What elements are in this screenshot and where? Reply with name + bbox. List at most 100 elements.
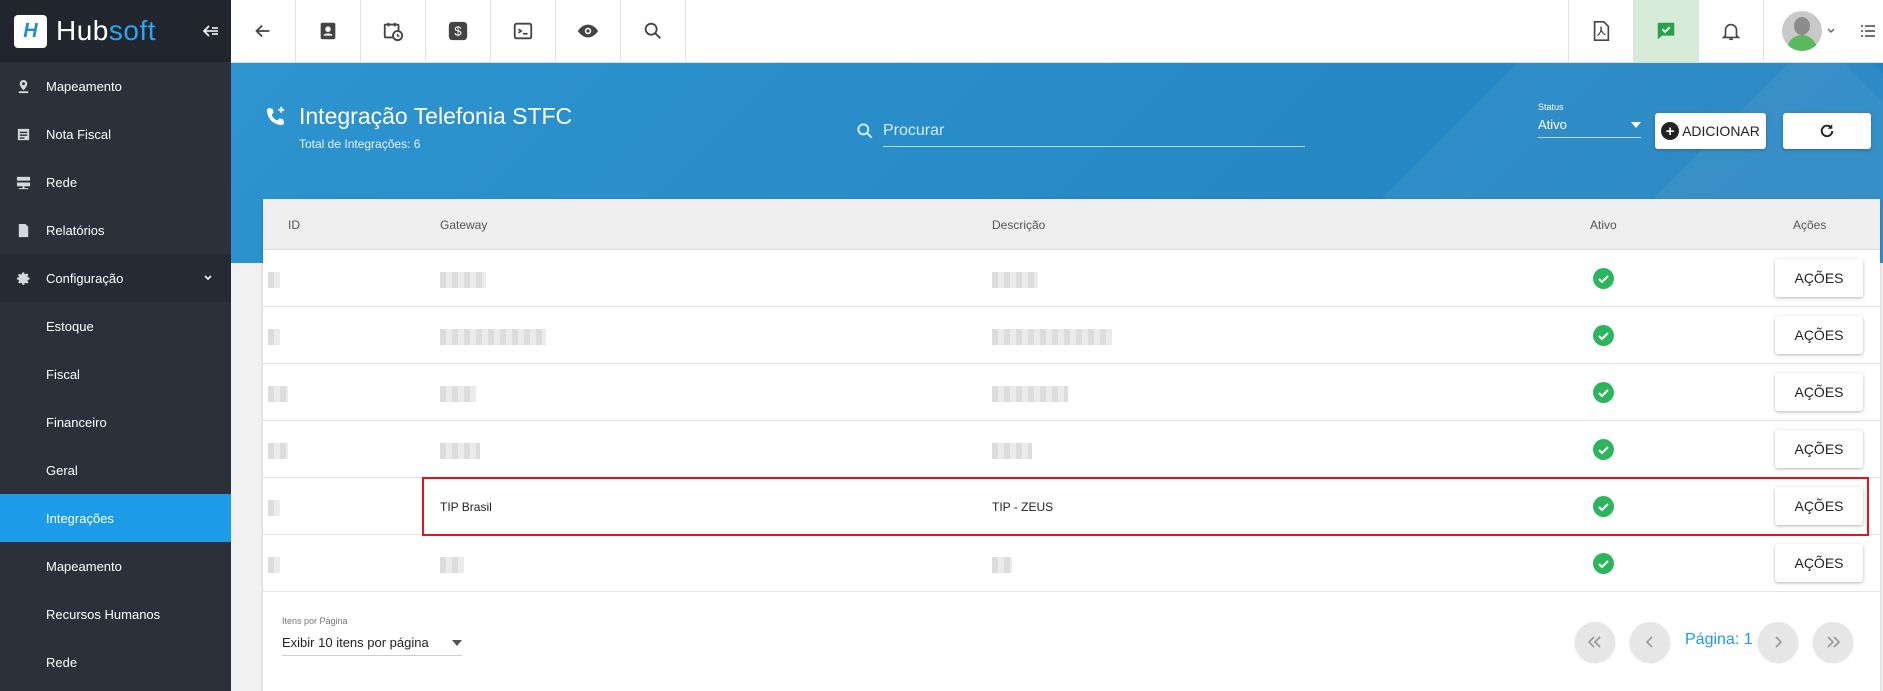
finance-button[interactable]: $ [426,0,491,62]
contact-card-icon [320,22,336,40]
sidebar-subitem-integracoes[interactable]: Integrações [0,494,231,542]
logo-bar: H Hubsoft [0,0,231,62]
chevron-down-icon [203,271,213,286]
double-chevron-right-icon [1827,636,1840,648]
terminal-button[interactable] [491,0,556,62]
redacted-id [268,329,280,345]
dropdown-arrow-icon [452,639,462,646]
logo-soft: soft [108,15,157,46]
chevron-down-icon [1827,28,1834,33]
sidebar-subitem-recursos-humanos[interactable]: Recursos Humanos [0,590,231,638]
view-button[interactable] [556,0,621,62]
map-marker-icon [0,79,46,94]
sidebar-item-label: Relatórios [46,222,105,238]
add-button-label: ADICIONAR [1682,123,1760,139]
redacted-descricao [992,329,1112,345]
sidebar-item-label: Estoque [46,318,94,334]
acoes-button[interactable]: AÇÕES [1775,487,1863,525]
sidebar-item-label: Financeiro [46,414,107,430]
status-label: Status [1538,102,1564,112]
col-header-descricao[interactable]: Descrição [992,218,1045,232]
bell-icon [1721,23,1741,41]
sidebar-item-label: Integrações [46,510,114,526]
perpage-value: Exibir 10 itens por página [282,635,429,650]
add-button[interactable]: + ADICIONAR [1655,113,1766,149]
acoes-button[interactable]: AÇÕES [1775,430,1863,468]
acoes-button[interactable]: AÇÕES [1775,373,1863,411]
acoes-button[interactable]: AÇÕES [1775,544,1863,582]
redacted-gateway [440,443,480,459]
page-indicator: Página: 1 [1685,631,1753,648]
sidebar-item-rede[interactable]: Rede [0,158,231,206]
sidebar-subitem-fiscal[interactable]: Fiscal [0,350,231,398]
server-icon [0,175,46,190]
user-menu[interactable] [1763,0,1853,62]
active-check-icon [1593,553,1614,574]
status-value: Ativo [1538,117,1567,132]
sidebar-subitem-rede[interactable]: Rede [0,638,231,686]
chat-button[interactable] [1633,0,1698,62]
logo-text: Hubsoft [56,15,156,47]
perpage-label: Itens por Página [282,616,348,626]
active-check-icon [1593,268,1614,289]
back-button[interactable] [231,0,296,62]
pdf-button[interactable] [1568,0,1633,62]
redacted-id [268,500,280,516]
acoes-button[interactable]: AÇÕES [1775,316,1863,354]
status-select[interactable]: Ativo [1538,112,1641,138]
chat-check-icon [1657,22,1675,40]
list-icon [1861,25,1875,37]
status-filter[interactable]: Status Ativo [1538,102,1641,138]
sidebar-item-label: Rede [46,654,78,670]
search-button[interactable] [621,0,686,62]
terminal-icon [513,22,533,40]
perpage-select[interactable]: Exibir 10 itens por página [282,630,462,656]
contacts-button[interactable] [296,0,361,62]
col-header-ativo[interactable]: Ativo [1590,218,1617,232]
col-header-gateway[interactable]: Gateway [440,218,487,232]
receipt-icon [0,127,46,142]
table-row: AÇÕES [263,250,1880,307]
table-header: ID Gateway Descrição Ativo Ações [263,199,1880,250]
table-row: AÇÕES [263,307,1880,364]
search-icon [857,123,873,139]
logo-hub: Hub [56,15,109,46]
active-check-icon [1593,382,1614,403]
svg-text:$: $ [454,24,461,39]
redacted-id [268,557,280,573]
list-menu-button[interactable] [1853,0,1883,62]
page-title-wrap: Integração Telefonia STFC Total de Integ… [264,103,572,151]
prev-page-button[interactable] [1630,622,1670,662]
sidebar-item-configuracao[interactable]: Configuração [0,254,231,302]
last-page-button[interactable] [1813,622,1853,662]
pdf-icon [1593,21,1610,41]
sidebar-item-relatorios[interactable]: Relatórios [0,206,231,254]
logo-mark[interactable]: H [14,14,47,48]
col-header-id[interactable]: ID [288,218,300,232]
sidebar-subitem-mapeamento[interactable]: Mapeamento [0,542,231,590]
collapse-sidebar-icon[interactable] [202,21,219,42]
sidebar-subitem-geral[interactable]: Geral [0,446,231,494]
redacted-descricao [992,272,1038,288]
notifications-button[interactable] [1698,0,1763,62]
topbar-right [1568,0,1883,62]
schedule-button[interactable] [361,0,426,62]
search-box [855,115,1305,147]
active-check-icon [1593,325,1614,346]
dropdown-arrow-icon [1631,121,1641,128]
table-row: AÇÕES [263,535,1880,592]
acoes-button[interactable]: AÇÕES [1775,259,1863,297]
sidebar-item-mapeamento[interactable]: Mapeamento [0,62,231,110]
sidebar-item-label: Configuração [46,270,124,286]
first-page-button[interactable] [1575,622,1615,662]
sidebar-item-nota-fiscal[interactable]: Nota Fiscal [0,110,231,158]
sidebar-subitem-estoque[interactable]: Estoque [0,302,231,350]
sidebar-subitem-financeiro[interactable]: Financeiro [0,398,231,446]
gear-icon [0,271,46,286]
back-arrow-icon [255,24,270,38]
next-page-button[interactable] [1758,622,1798,662]
search-input[interactable] [883,115,1305,147]
redacted-descricao [992,386,1068,402]
refresh-button[interactable] [1783,113,1871,149]
redacted-descricao [992,443,1032,459]
